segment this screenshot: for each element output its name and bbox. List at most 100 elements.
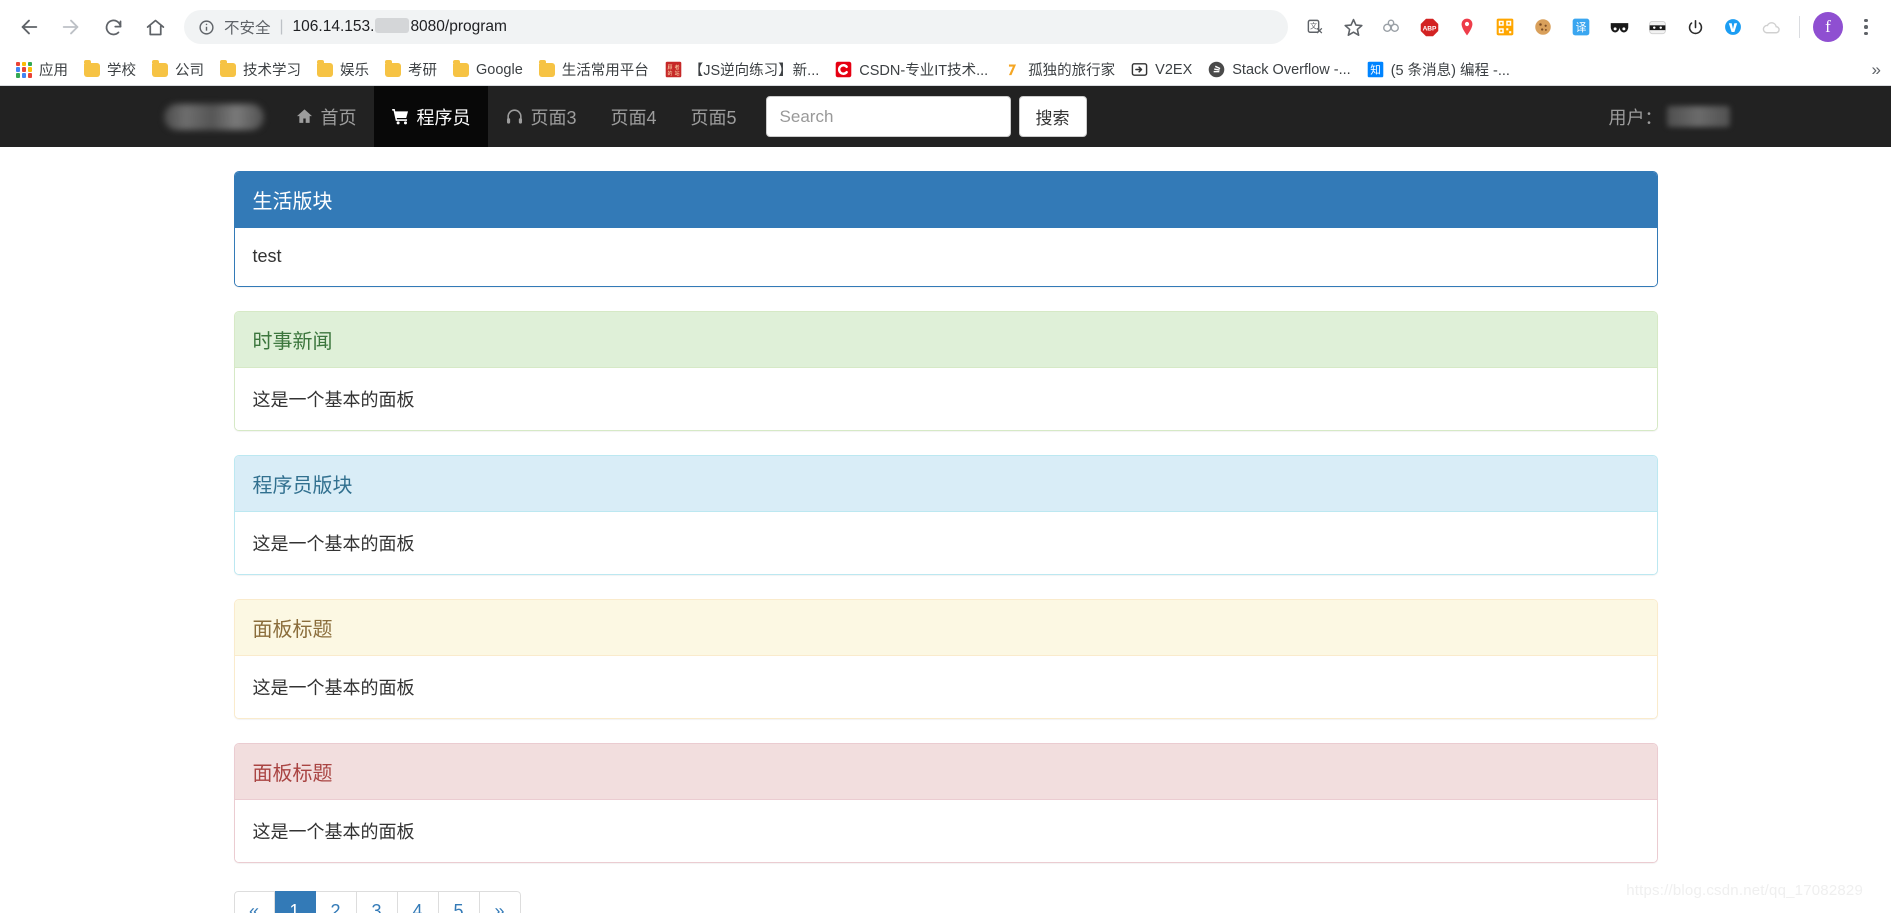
bookmark-label: Google bbox=[476, 61, 523, 78]
nav-link-label: 首页 bbox=[320, 107, 357, 128]
info-circle-icon[interactable] bbox=[198, 19, 215, 36]
bookmark-apps[interactable]: 应用 bbox=[8, 57, 76, 83]
omnibox-separator: | bbox=[279, 18, 284, 35]
bookmark-lonely-traveler[interactable]: 孤独的旅行家 bbox=[996, 57, 1123, 83]
pagination-prev[interactable]: « bbox=[233, 891, 275, 913]
bookmark-label: V2EX bbox=[1155, 61, 1193, 78]
bookmark-js-reverse[interactable]: 顾者的站 【JS逆向练习】新... bbox=[657, 57, 828, 83]
nav-link-home[interactable]: 首页 bbox=[278, 86, 374, 147]
search-input[interactable] bbox=[765, 96, 1011, 137]
username-redacted bbox=[1666, 106, 1730, 127]
pagination-page-1[interactable]: 1 bbox=[274, 891, 316, 913]
pagination: « 1 2 3 4 5 » bbox=[233, 891, 521, 913]
panel-body: test bbox=[234, 228, 1657, 286]
bookmark-label: Stack Overflow -... bbox=[1232, 61, 1351, 78]
watermark: https://blog.csdn.net/qq_17082829 bbox=[1626, 882, 1863, 899]
panel-body: 这是一个基本的面板 bbox=[234, 800, 1657, 862]
nav-link-label: 页面3 bbox=[530, 107, 577, 128]
nav-link-page3[interactable]: 页面3 bbox=[488, 86, 594, 147]
pagination-page-4[interactable]: 4 bbox=[397, 891, 439, 913]
folder-icon bbox=[84, 59, 100, 77]
bookmark-folder-entertainment[interactable]: 娱乐 bbox=[309, 57, 377, 83]
site-navbar: 首页 程序员 页面3 页面4 页面5 搜索 用户： bbox=[0, 86, 1891, 147]
nav-link-page4[interactable]: 页面4 bbox=[594, 86, 674, 147]
bookmark-folder-life[interactable]: 生活常用平台 bbox=[531, 57, 657, 83]
bookmark-zhihu[interactable]: 知 (5 条消息) 编程 -... bbox=[1359, 57, 1518, 83]
search-button[interactable]: 搜索 bbox=[1018, 96, 1087, 137]
folder-icon bbox=[453, 59, 469, 77]
panel-body: 这是一个基本的面板 bbox=[234, 656, 1657, 718]
pagination-page-2[interactable]: 2 bbox=[315, 891, 357, 913]
cloud-aria-icon[interactable] bbox=[1754, 10, 1788, 44]
bookmark-label: CSDN-专业IT技术... bbox=[859, 63, 989, 79]
folder-icon bbox=[538, 59, 555, 77]
panel-news-section: 时事新闻 这是一个基本的面板 bbox=[233, 311, 1658, 431]
zhihu-icon: 知 bbox=[1367, 61, 1384, 78]
mask-extension-icon[interactable] bbox=[1640, 10, 1674, 44]
apps-grid-icon bbox=[16, 61, 32, 78]
bookmark-label: 娱乐 bbox=[340, 63, 369, 79]
bookmark-star-icon[interactable] bbox=[1336, 10, 1370, 44]
bookmark-folder-tech[interactable]: 技术学习 bbox=[212, 57, 309, 83]
site-brand-logo[interactable] bbox=[163, 103, 264, 130]
panel-programmer-section: 程序员版块 这是一个基本的面板 bbox=[233, 455, 1658, 575]
three-dot-menu-icon[interactable] bbox=[1851, 10, 1881, 44]
panel-heading: 面板标题 bbox=[234, 744, 1657, 800]
power-toggle-icon[interactable] bbox=[1678, 10, 1712, 44]
bookmark-folder-school[interactable]: 学校 bbox=[76, 57, 144, 83]
folder-icon bbox=[317, 59, 333, 77]
vimium-v-icon[interactable] bbox=[1716, 10, 1750, 44]
folder-icon bbox=[385, 59, 401, 77]
address-bar[interactable]: 不安全 | 106.14.153. 8080/program bbox=[184, 10, 1288, 44]
browser-toolbar: 不安全 | 106.14.153. 8080/program 文 ABP 译 f bbox=[0, 0, 1891, 54]
folder-icon bbox=[152, 59, 168, 77]
bookmark-folder-google[interactable]: Google bbox=[445, 57, 531, 83]
svg-text:ABP: ABP bbox=[1422, 25, 1436, 32]
nav-link-label: 页面4 bbox=[610, 107, 657, 128]
pagination-page-5[interactable]: 5 bbox=[438, 891, 480, 913]
reload-icon[interactable] bbox=[94, 8, 132, 46]
panel-heading: 面板标题 bbox=[234, 600, 1657, 656]
bookmark-label: 应用 bbox=[39, 63, 68, 79]
back-arrow-icon[interactable] bbox=[10, 8, 48, 46]
v2ex-icon bbox=[1131, 61, 1148, 78]
location-pin-icon[interactable] bbox=[1450, 10, 1484, 44]
forward-arrow-icon[interactable] bbox=[52, 8, 90, 46]
pagination-page-3[interactable]: 3 bbox=[356, 891, 398, 913]
nav-link-programmer[interactable]: 程序员 bbox=[373, 86, 488, 147]
url-prefix: 106.14.153. bbox=[292, 18, 375, 35]
toolbar-divider bbox=[1799, 16, 1800, 38]
glasses-icon[interactable] bbox=[1602, 10, 1636, 44]
panel-heading: 时事新闻 bbox=[234, 312, 1657, 368]
profile-avatar[interactable]: f bbox=[1813, 12, 1843, 42]
panel-heading: 程序员版块 bbox=[234, 456, 1657, 512]
cookie-icon[interactable] bbox=[1526, 10, 1560, 44]
adblock-plus-icon[interactable]: ABP bbox=[1412, 10, 1446, 44]
nav-link-page5[interactable]: 页面5 bbox=[674, 86, 754, 147]
orange-site-icon bbox=[1004, 61, 1021, 78]
user-label: 用户： bbox=[1608, 107, 1663, 128]
home-icon[interactable] bbox=[136, 8, 174, 46]
infinity-extension-icon[interactable] bbox=[1374, 10, 1408, 44]
browser-chrome: 不安全 | 106.14.153. 8080/program 文 ABP 译 f… bbox=[0, 0, 1891, 86]
nav-link-label: 页面5 bbox=[690, 107, 737, 128]
pagination-next[interactable]: » bbox=[479, 891, 521, 913]
translate-page-icon[interactable]: 文 bbox=[1298, 10, 1332, 44]
navbar-search-form: 搜索 bbox=[765, 96, 1087, 137]
bookmark-v2ex[interactable]: V2EX bbox=[1123, 57, 1200, 83]
bookmark-label: 【JS逆向练习】新... bbox=[688, 63, 820, 79]
panel-life-section: 生活版块 test bbox=[233, 171, 1658, 287]
bookmark-folder-kaoyan[interactable]: 考研 bbox=[377, 57, 445, 83]
bookmark-label: 考研 bbox=[408, 63, 437, 79]
translate-extension-icon[interactable]: 译 bbox=[1564, 10, 1598, 44]
bookmark-label: 学校 bbox=[107, 63, 136, 79]
bookmark-stackoverflow[interactable]: Stack Overflow -... bbox=[1200, 57, 1358, 83]
bookmark-csdn[interactable]: CSDN-专业IT技术... bbox=[827, 57, 996, 83]
content-container: 生活版块 test 时事新闻 这是一个基本的面板 程序员版块 这是一个基本的面板… bbox=[233, 147, 1658, 913]
bookmark-folder-company[interactable]: 公司 bbox=[144, 57, 212, 83]
svg-text:顾: 顾 bbox=[667, 65, 672, 71]
bookmark-label: 孤独的旅行家 bbox=[1028, 63, 1116, 79]
bookmarks-overflow-button[interactable]: » bbox=[1872, 60, 1881, 80]
bookmarks-bar: 应用 学校 公司 技术学习 娱乐 考研 Google 生活常用平台 顾 者 的 … bbox=[0, 54, 1891, 86]
qr-code-icon[interactable] bbox=[1488, 10, 1522, 44]
